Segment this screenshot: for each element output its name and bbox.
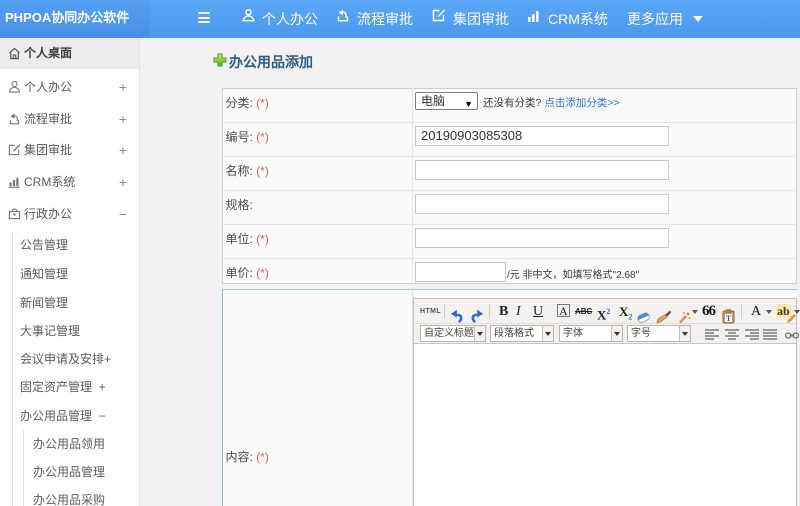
svg-text:T: T (726, 314, 732, 323)
